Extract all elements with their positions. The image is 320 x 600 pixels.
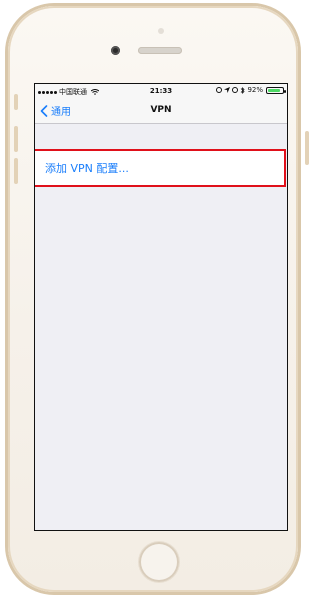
power-button: [305, 131, 309, 165]
battery-tip: [284, 89, 286, 93]
front-camera: [111, 46, 120, 55]
battery-percent: 92%: [247, 86, 263, 94]
battery-level-fill: [268, 88, 280, 92]
status-right: 92%: [216, 86, 286, 94]
location-icon: [224, 87, 231, 93]
page-title: VPN: [150, 105, 172, 115]
status-bar: 中国联通 21:33 92%: [35, 84, 287, 98]
add-vpn-configuration-label: 添加 VPN 配置...: [45, 162, 129, 175]
rotation-lock-icon: [216, 87, 223, 93]
vpn-settings-content: 添加 VPN 配置...: [35, 124, 287, 530]
volume-up-button: [14, 126, 18, 152]
bluetooth-icon: [241, 86, 246, 94]
volume-down-button: [14, 158, 18, 184]
navigation-bar: 通用 VPN: [35, 98, 287, 124]
add-vpn-configuration-button[interactable]: 添加 VPN 配置...: [35, 149, 286, 187]
home-button[interactable]: [139, 542, 179, 582]
proximity-sensor: [158, 28, 164, 34]
phone-device: 中国联通 21:33 92% 通用 VPN 添加 VPN 配置...: [8, 6, 309, 592]
earpiece-speaker: [138, 47, 182, 54]
mute-switch: [14, 94, 18, 110]
alarm-icon: [232, 87, 239, 93]
battery-icon: [266, 86, 286, 94]
screen: 中国联通 21:33 92% 通用 VPN 添加 VPN 配置...: [34, 83, 288, 531]
